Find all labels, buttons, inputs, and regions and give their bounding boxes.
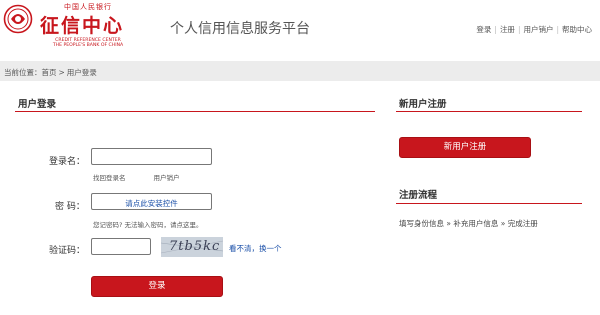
captcha-refresh: 看不清，换一个 xyxy=(229,243,282,254)
captcha-refresh-link[interactable]: 看不清，换一个 xyxy=(229,244,282,253)
breadcrumb-prefix: 当前位置： xyxy=(4,68,42,77)
logo-center-name: 征信中心 xyxy=(40,15,125,37)
captcha-label: 验证码： xyxy=(49,246,86,256)
username-input[interactable] xyxy=(91,148,212,165)
find-username-link[interactable]: 找回登录名 xyxy=(93,174,126,182)
password-label: 密 码： xyxy=(55,202,85,212)
breadcrumb-item-current: 用户登录 xyxy=(66,68,97,77)
new-user-register-button[interactable]: 新用户注册 xyxy=(399,137,531,158)
register-title-underline xyxy=(396,111,582,112)
install-control-prompt[interactable]: 请点此安装控件 xyxy=(92,198,211,209)
nav-divider: | xyxy=(494,25,497,34)
register-section-title: 新用户注册 xyxy=(399,99,447,110)
password-control-input[interactable]: 请点此安装控件 xyxy=(91,193,212,210)
flow-title-underline xyxy=(396,203,582,204)
password-help-hint[interactable]: 您记密码? 无法输入密码，请点这里。 xyxy=(93,219,203,229)
breadcrumb-item-home[interactable]: 首页 xyxy=(42,68,57,77)
breadcrumb: 当前位置：首页 > 用户登录 xyxy=(4,67,97,78)
username-label: 登录名： xyxy=(49,157,86,167)
captcha-input[interactable] xyxy=(91,238,151,255)
captcha-image[interactable]: 7tb5kc xyxy=(161,237,223,257)
credit-center-seal-icon xyxy=(3,4,33,34)
top-link-login[interactable]: 登录 xyxy=(476,25,491,34)
login-button[interactable]: 登录 xyxy=(91,276,223,297)
logo-en-line2: THE PEOPLE'S BANK OF CHINA xyxy=(52,43,124,48)
site-logo[interactable]: 中国人民银行 征信中心 CREDIT REFERENCE CENTER THE … xyxy=(38,2,138,50)
top-link-register[interactable]: 注册 xyxy=(500,25,515,34)
top-nav: 登录 | 注册 | 用户销户 | 帮助中心 xyxy=(476,24,592,35)
top-link-cancel-account[interactable]: 用户销户 xyxy=(523,25,553,34)
nav-divider: | xyxy=(517,25,521,34)
username-links: 找回登录名 用户销户 xyxy=(93,172,180,182)
login-title-underline xyxy=(15,111,375,112)
nav-divider: | xyxy=(556,25,559,34)
breadcrumb-bar: 当前位置：首页 > 用户登录 xyxy=(0,61,600,81)
login-section-title: 用户登录 xyxy=(18,99,57,110)
top-link-help[interactable]: 帮助中心 xyxy=(562,25,592,34)
captcha-text: 7tb5kc xyxy=(169,239,221,254)
site-header: 中国人民银行 征信中心 CREDIT REFERENCE CENTER THE … xyxy=(0,0,600,58)
site-title: 个人信用信息服务平台 xyxy=(170,21,310,37)
cancel-account-link[interactable]: 用户销户 xyxy=(154,174,180,182)
register-flow-title: 注册流程 xyxy=(399,190,438,201)
breadcrumb-separator: > xyxy=(58,68,65,77)
register-flow-steps: 填写身份信息 » 补充用户信息 » 完成注册 xyxy=(399,219,538,228)
